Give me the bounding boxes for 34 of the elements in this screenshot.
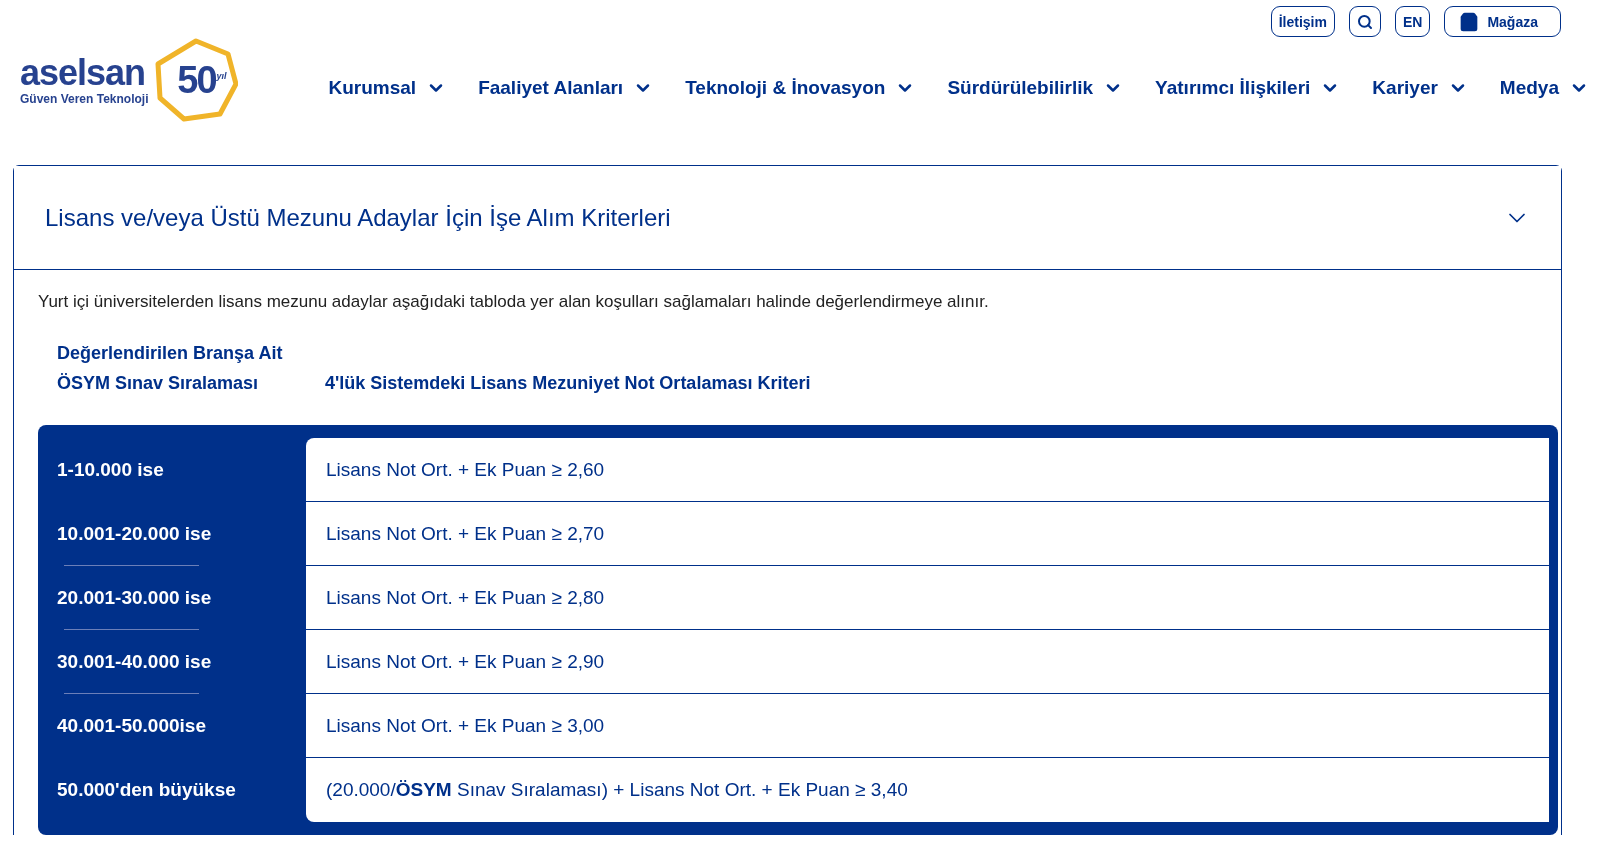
nav-menu-item[interactable]: Teknoloji & İnovasyon <box>685 77 916 99</box>
search-button[interactable] <box>1348 6 1381 37</box>
criterion-cell: Lisans Not Ort. + Ek Puan ≥ 2,70 <box>326 522 605 545</box>
rank-cell: 50.000'den büyükse <box>57 779 236 801</box>
rank-cell: 1-10.000 ise <box>57 459 164 481</box>
logo-tagline: Güven Veren Teknoloji <box>20 92 149 106</box>
nav-menu-item[interactable]: Medya <box>1499 77 1589 99</box>
criterion-cell: (20.000/ÖSYM Sınav Sıralaması) + Lisans Not Ort. + Ek Puan ≥ 3,40 <box>326 778 908 801</box>
criterion-cell: Lisans Not Ort. + Ek Puan ≥ 3,00 <box>326 714 605 737</box>
criterion-cell: Lisans Not Ort. + Ek Puan ≥ 2,80 <box>326 586 605 609</box>
criterion-cell: Lisans Not Ort. + Ek Puan ≥ 2,60 <box>326 458 605 481</box>
top-link[interactable]: EN <box>1394 6 1431 37</box>
rank-cell: 20.001-30.000 ise <box>57 587 212 609</box>
shopping-bag-icon <box>1459 11 1480 32</box>
nav-menu-item[interactable]: Faaliyet Alanları <box>478 77 654 99</box>
nav-menu-item[interactable]: Kariyer <box>1372 77 1468 99</box>
accordion-header[interactable]: Lisans ve/veya Üstü Mezunu Adaylar İçin İşe Alım Kriterleri <box>14 166 1561 270</box>
rank-cell: 30.001-40.000 ise <box>57 651 212 673</box>
logo-wordmark: aselsan <box>20 54 147 92</box>
nav-menu-item[interactable]: Yatırımcı İlişkileri <box>1155 77 1341 99</box>
logo-badge-suffix: yıl <box>216 71 227 81</box>
column-header: Değerlendirilen Branşa Ait ÖSYM Sınav Sıralaması <box>57 342 284 395</box>
search-icon <box>1356 13 1373 30</box>
rank-cell: 40.001-50.000ise <box>57 715 206 737</box>
nav-menu-item[interactable]: Sürdürülebilirlik <box>947 77 1124 99</box>
column-header: 4'lük Sistemdeki Lisans Mezuniyet Not Ortalaması Kriteri <box>325 372 812 395</box>
nav-menu-item[interactable]: Kurumsal <box>328 77 447 99</box>
logo-badge-number: 50 <box>177 58 216 102</box>
shop-button[interactable]: Mağaza <box>1444 6 1561 37</box>
top-link[interactable]: İletişim <box>1270 6 1335 37</box>
rank-cell: 10.001-20.000 ise <box>57 523 212 545</box>
intro-text: Yurt içi üniversitelerden lisans mezunu adaylar aşağıdaki tabloda yer alan koşulları sağlamaları halinde değerlendirmeye alınır. <box>38 292 990 312</box>
hexagon-frame-icon <box>154 38 239 122</box>
criterion-cell: Lisans Not Ort. + Ek Puan ≥ 2,90 <box>326 650 605 673</box>
